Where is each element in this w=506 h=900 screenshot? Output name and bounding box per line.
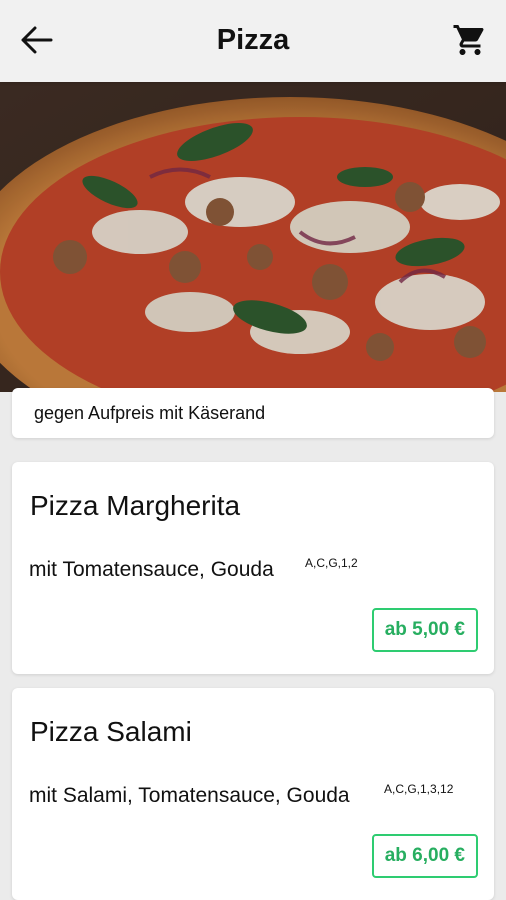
cart-button[interactable] <box>448 20 492 60</box>
product-card[interactable]: Pizza Margherita mit Tomatensauce, Gouda… <box>12 462 494 674</box>
product-card[interactable]: Pizza Salami mit Salami, Tomatensauce, G… <box>12 688 494 900</box>
page-title: Pizza <box>216 24 290 56</box>
product-description: mit Tomatensauce, Gouda <box>29 558 274 581</box>
info-note: gegen Aufpreis mit Käserand <box>12 388 494 438</box>
price-button[interactable]: ab 6,00 € <box>371 834 478 878</box>
allergen-codes: A,C,G,1,2 <box>305 556 358 570</box>
product-name: Pizza Margherita <box>30 490 241 521</box>
app-bar: Pizza <box>0 0 506 82</box>
pizza-photo <box>0 82 506 392</box>
allergen-codes: A,C,G,1,3,12 <box>384 782 454 796</box>
product-name: Pizza Salami <box>30 716 192 747</box>
shopping-cart-icon <box>453 25 484 55</box>
product-description: mit Salami, Tomatensauce, Gouda <box>29 784 350 807</box>
hero-image <box>0 82 506 392</box>
price-button[interactable]: ab 5,00 € <box>371 608 478 652</box>
